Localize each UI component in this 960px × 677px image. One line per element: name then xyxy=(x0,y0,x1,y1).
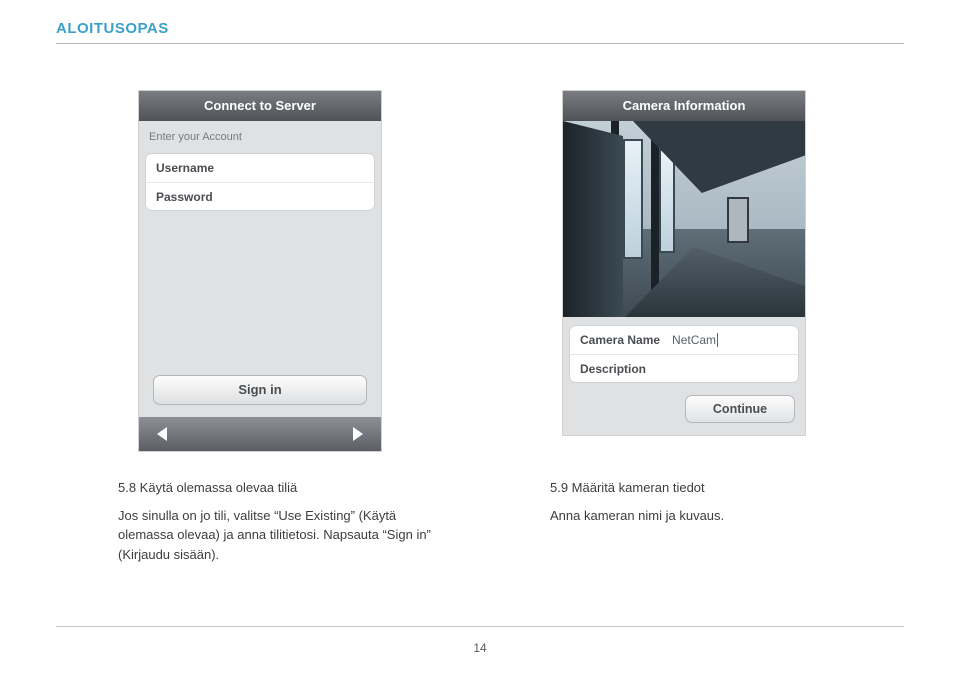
page-number: 14 xyxy=(0,641,960,655)
camera-preview xyxy=(563,121,805,317)
username-field[interactable]: Username xyxy=(146,154,374,182)
caption-left-title: 5.8 Käytä olemassa olevaa tiliä xyxy=(118,478,454,498)
preview-door xyxy=(727,197,749,243)
camera-name-field[interactable]: Camera Name NetCam xyxy=(570,326,798,354)
screenshots-row: Connect to Server Enter your Account Use… xyxy=(56,90,904,452)
password-label: Password xyxy=(156,190,213,204)
text-cursor-icon xyxy=(717,333,718,347)
bottom-navbar xyxy=(139,417,381,451)
titlebar-connect: Connect to Server xyxy=(139,91,381,121)
phone-frame: Camera Information Camera Name xyxy=(562,90,806,436)
screenshot-connect: Connect to Server Enter your Account Use… xyxy=(138,90,382,452)
captions-row: 5.8 Käytä olemassa olevaa tiliä Jos sinu… xyxy=(56,478,904,564)
description-field[interactable]: Description xyxy=(570,354,798,382)
nav-forward-icon[interactable] xyxy=(353,427,363,441)
signin-wrap: Sign in xyxy=(139,367,381,417)
document-page: ALOITUSOPAS Connect to Server Enter your… xyxy=(0,0,960,677)
footer-rule xyxy=(56,626,904,627)
phone-frame: Connect to Server Enter your Account Use… xyxy=(138,90,382,452)
caption-right: 5.9 Määritä kameran tiedot Anna kameran … xyxy=(550,478,886,564)
titlebar-camera: Camera Information xyxy=(563,91,805,121)
username-label: Username xyxy=(156,161,214,175)
preview-wall xyxy=(563,121,623,317)
enter-account-label: Enter your Account xyxy=(139,121,381,149)
camera-fields-group: Camera Name NetCam Description xyxy=(569,325,799,383)
caption-right-body: Anna kameran nimi ja kuvaus. xyxy=(550,506,886,526)
screenshot-camera-info: Camera Information Camera Name xyxy=(562,90,806,452)
description-label: Description xyxy=(580,362,646,376)
caption-right-title: 5.9 Määritä kameran tiedot xyxy=(550,478,886,498)
preview-window xyxy=(623,139,643,259)
caption-left-body: Jos sinulla on jo tili, valitse “Use Exi… xyxy=(118,506,454,565)
credentials-group: Username Password xyxy=(145,153,375,211)
nav-back-icon[interactable] xyxy=(157,427,167,441)
continue-button[interactable]: Continue xyxy=(685,395,795,423)
camera-name-value: NetCam xyxy=(672,333,718,347)
camera-name-label: Camera Name xyxy=(580,333,660,347)
spacer xyxy=(139,211,381,367)
header-rule xyxy=(56,43,904,44)
page-header: ALOITUSOPAS xyxy=(56,20,904,37)
preview-window xyxy=(659,149,675,253)
continue-wrap: Continue xyxy=(563,383,805,435)
caption-left: 5.8 Käytä olemassa olevaa tiliä Jos sinu… xyxy=(118,478,454,564)
password-field[interactable]: Password xyxy=(146,182,374,210)
signin-button[interactable]: Sign in xyxy=(153,375,367,405)
